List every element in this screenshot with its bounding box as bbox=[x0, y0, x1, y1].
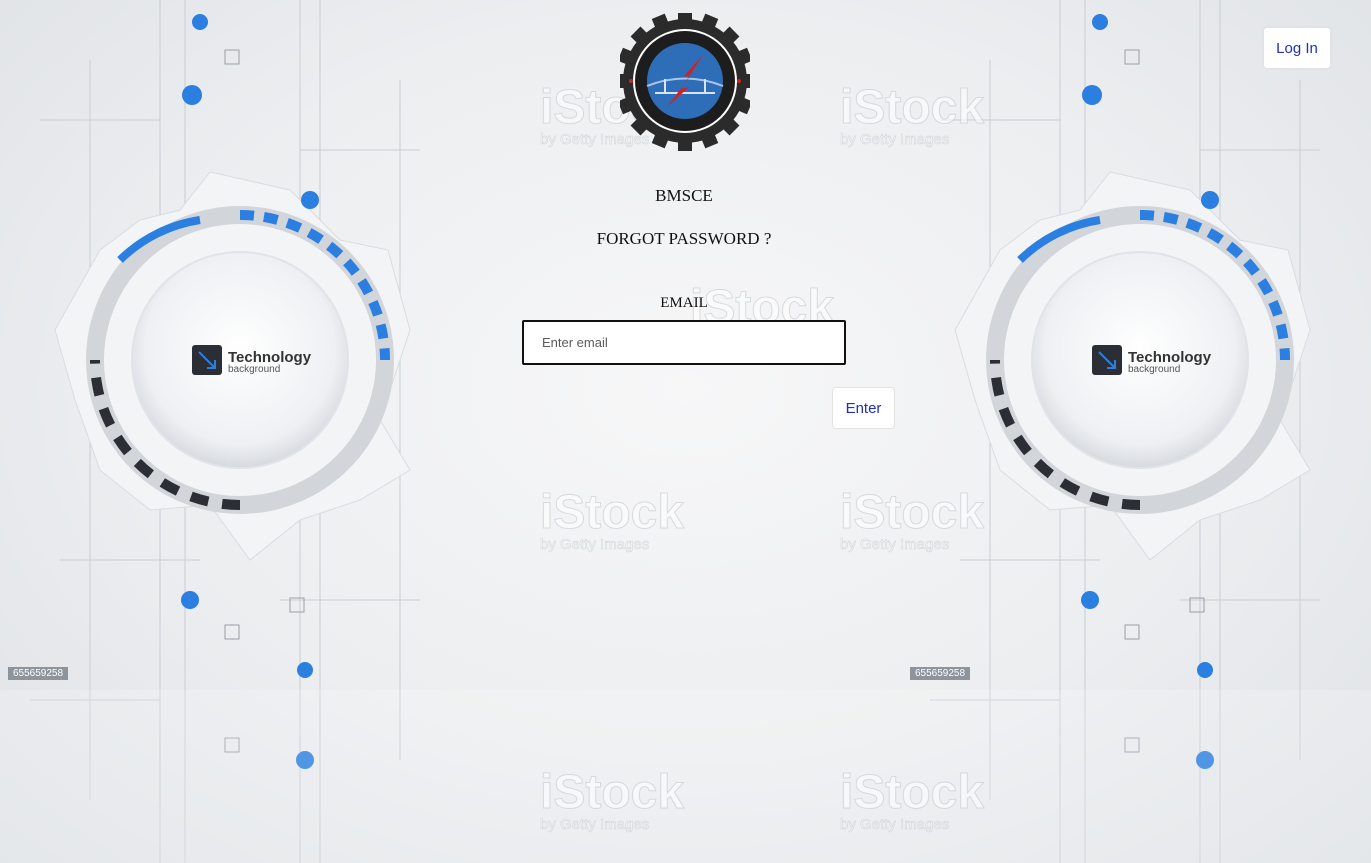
watermark: iStock by Getty Images bbox=[539, 766, 685, 834]
login-button[interactable]: Log In bbox=[1263, 27, 1331, 69]
page-title: FORGOT PASSWORD ? bbox=[596, 229, 772, 248]
watermark: iStock by Getty Images bbox=[839, 766, 985, 834]
email-field[interactable] bbox=[522, 320, 846, 365]
watermark: iStock by Getty Images bbox=[839, 81, 985, 149]
stock-id-badge: 655659258 bbox=[8, 667, 69, 680]
site-name: BMSCE bbox=[655, 186, 713, 205]
email-label: EMAIL bbox=[660, 295, 708, 311]
college-logo bbox=[620, 13, 750, 151]
watermark: iStock by Getty Images bbox=[539, 486, 685, 554]
watermark: iStock by Getty Images bbox=[839, 486, 985, 554]
enter-button[interactable]: Enter bbox=[832, 387, 895, 429]
stock-id-badge: 655659258 bbox=[910, 667, 971, 680]
tech-caption: Technology background bbox=[228, 349, 312, 375]
tech-caption: Technology background bbox=[1128, 349, 1212, 375]
